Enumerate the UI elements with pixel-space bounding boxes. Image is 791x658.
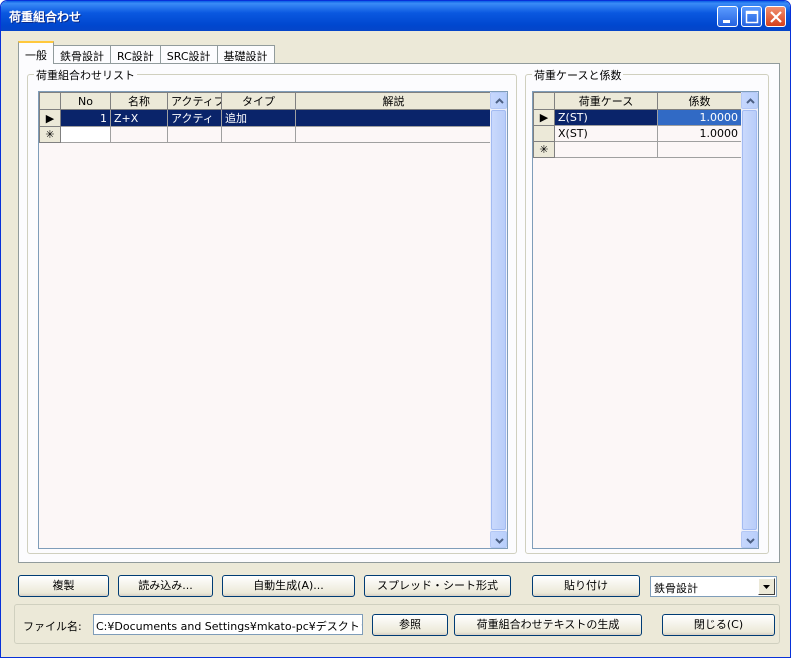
column-header-no[interactable]: No [60,92,111,110]
cell-type[interactable]: 追加 [221,109,296,127]
tab-page-general: 荷重組合わせリスト No 名称 アクティブ タイプ 解説 ▶ 1 Z+X アクテ… [18,63,780,563]
scroll-thumb[interactable] [742,110,757,530]
combination-grid-scrollbar[interactable] [490,92,507,548]
column-header-name[interactable]: 名称 [110,92,168,110]
load-case-grid-scrollbar[interactable] [741,92,758,548]
new-cell-name[interactable] [110,126,168,143]
scroll-up-button[interactable] [741,92,758,109]
close-window-button[interactable] [765,6,786,27]
cell-name[interactable]: Z+X [110,109,168,127]
scroll-down-button[interactable] [490,531,507,548]
tab-rc-design[interactable]: RC設計 [110,45,161,64]
column-header-factor[interactable]: 係数 [657,92,742,110]
cell-no[interactable]: 1 [60,109,111,127]
cell-description[interactable] [295,109,492,127]
current-row-icon[interactable]: ▶ [39,109,61,127]
window-title: 荷重組合わせ [9,10,82,24]
chevron-down-icon [495,538,504,544]
tab-strip: 一般 鉄骨設計 RC設計 SRC設計 基礎設計 [18,41,275,64]
load-case-grid[interactable]: 荷重ケース 係数 ▶ Z(ST) 1.0000 X(ST) 1.0000 ✳ [532,91,759,549]
table-row[interactable]: ▶ 1 Z+X アクティ 追加 [39,109,492,127]
cell-load-case[interactable]: Z(ST) [554,109,658,126]
load-case-label: 荷重ケースと係数 [532,67,624,83]
auto-generate-button[interactable]: 自動生成(A)... [222,575,355,597]
column-header-load-case[interactable]: 荷重ケース [554,92,658,110]
maximize-button[interactable] [741,6,762,27]
cell-factor[interactable]: 1.0000 [657,109,742,126]
combination-list-group: 荷重組合わせリスト No 名称 アクティブ タイプ 解説 ▶ 1 Z+X アクテ… [27,67,517,554]
new-cell-type[interactable] [221,126,296,143]
browse-button[interactable]: 参照 [372,614,448,636]
new-cell-load-case[interactable] [554,141,658,158]
column-header-active[interactable]: アクティブ [167,92,222,110]
chevron-down-icon [746,538,755,544]
new-row[interactable]: ✳ [533,141,742,158]
paste-button[interactable]: 貼り付け [532,575,640,597]
grid-header-row: 荷重ケース 係数 [533,92,742,110]
dropdown-arrow[interactable] [758,578,775,595]
cell-active[interactable]: アクティ [167,109,222,127]
row-header-corner [533,92,555,110]
minimize-icon [723,20,730,23]
load-combination-window: 荷重組合わせ 一般 鉄骨設計 RC設計 SRC設計 基礎設計 荷重組合わせリスト [0,0,791,658]
design-type-select[interactable]: 鉄骨設計 [650,576,777,597]
load-button[interactable]: 読み込み... [118,575,213,597]
tab-general[interactable]: 一般 [18,41,54,64]
new-row[interactable]: ✳ [39,126,492,143]
spreadsheet-format-button[interactable]: スプレッド・シート形式 [364,575,511,597]
scroll-up-button[interactable] [490,92,507,109]
cell-load-case[interactable]: X(ST) [554,125,658,142]
file-name-label: ファイル名: [23,620,82,633]
cell-factor[interactable]: 1.0000 [657,125,742,142]
chevron-down-icon [763,585,770,589]
current-row-icon[interactable]: ▶ [533,109,555,126]
tab-src-design[interactable]: SRC設計 [159,45,218,64]
scroll-down-button[interactable] [741,531,758,548]
combination-grid[interactable]: No 名称 アクティブ タイプ 解説 ▶ 1 Z+X アクティ 追加 ✳ [38,91,508,549]
generate-text-button[interactable]: 荷重組合わせテキストの生成 [454,614,642,636]
column-header-description[interactable]: 解説 [295,92,492,110]
file-group: ファイル名: C:¥Documents and Settings¥mkato-p… [14,604,780,644]
row-header-corner [39,92,61,110]
duplicate-button[interactable]: 複製 [18,575,109,597]
maximize-icon [745,10,759,24]
close-icon [770,11,782,23]
new-cell-description[interactable] [295,126,492,143]
new-row-icon[interactable]: ✳ [39,126,61,143]
table-row[interactable]: X(ST) 1.0000 [533,125,742,142]
new-cell-active[interactable] [167,126,222,143]
file-path-field[interactable]: C:¥Documents and Settings¥mkato-pc¥デスクトッ… [93,614,363,635]
new-cell-factor[interactable] [657,141,742,158]
table-row[interactable]: ▶ Z(ST) 1.0000 [533,109,742,126]
chevron-up-icon [746,98,755,104]
design-type-value: 鉄骨設計 [654,582,698,595]
new-row-icon[interactable]: ✳ [533,141,555,158]
row-header [533,125,555,142]
tab-steel-design[interactable]: 鉄骨設計 [53,45,111,64]
title-bar[interactable]: 荷重組合わせ [1,1,790,31]
load-case-group: 荷重ケースと係数 荷重ケース 係数 ▶ Z(ST) 1.0000 X(ST) 1… [525,67,769,554]
close-button[interactable]: 閉じる(C) [662,614,775,636]
scroll-thumb[interactable] [491,110,506,530]
column-header-type[interactable]: タイプ [221,92,296,110]
minimize-button[interactable] [717,6,738,27]
combination-list-label: 荷重組合わせリスト [34,67,137,83]
chevron-up-icon [495,98,504,104]
tab-foundation-design[interactable]: 基礎設計 [216,45,275,64]
grid-header-row: No 名称 アクティブ タイプ 解説 [39,92,492,110]
new-cell-no[interactable] [60,126,111,143]
